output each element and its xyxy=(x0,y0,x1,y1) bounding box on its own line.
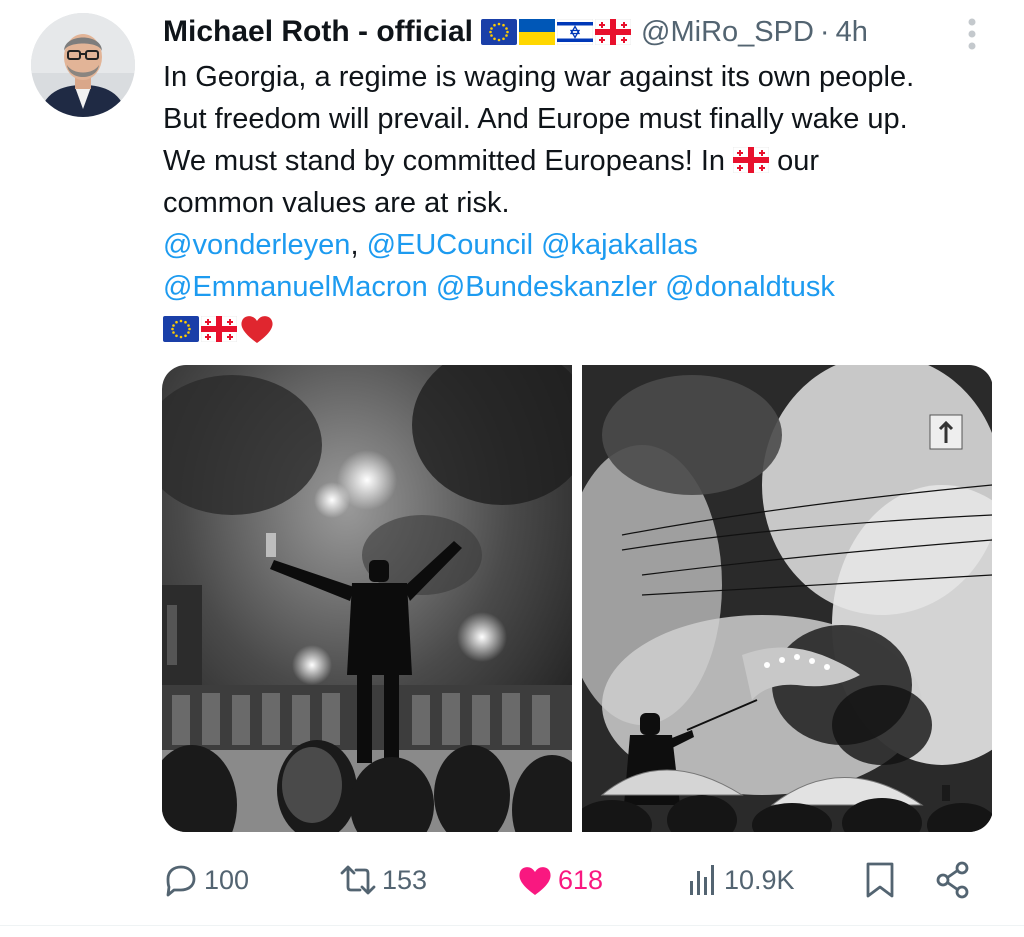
mention-emmanuelmacron[interactable]: @EmmanuelMacron xyxy=(163,271,428,303)
mention-comma: , xyxy=(350,229,359,261)
israel-flag-icon xyxy=(557,19,594,45)
share-icon xyxy=(936,861,969,899)
mention-donaldtusk[interactable]: @donaldtusk xyxy=(665,271,835,303)
repost-count: 153 xyxy=(382,864,428,895)
tweet: Michael Roth - official @MiRo_SPD · 4h I… xyxy=(0,0,1024,937)
georgia-flag-icon xyxy=(733,147,770,173)
views-button[interactable]: 10.9K xyxy=(686,855,795,905)
photo-2[interactable] xyxy=(582,365,992,832)
ukraine-flag-icon xyxy=(519,19,556,45)
text-line-3: We must stand by committed Europeans! In… xyxy=(163,140,1003,182)
repost-icon xyxy=(340,865,376,895)
repost-button[interactable]: 153 xyxy=(338,855,427,905)
like-button[interactable]: 618 xyxy=(516,855,603,905)
bookmark-button[interactable] xyxy=(862,855,898,905)
avatar[interactable] xyxy=(31,13,135,117)
reply-count: 100 xyxy=(204,864,250,895)
like-count: 618 xyxy=(558,864,604,895)
action-bar: 100 153 618 10.9K xyxy=(162,855,982,905)
views-count: 10.9K xyxy=(724,864,795,895)
text-line-4: common values are at risk. xyxy=(163,187,510,219)
display-name[interactable]: Michael Roth - official xyxy=(163,15,473,49)
heart-filled-icon xyxy=(519,867,551,895)
tweet-header: Michael Roth - official @MiRo_SPD · 4h xyxy=(163,12,868,52)
text-line-3-end: our xyxy=(769,145,820,177)
georgia-flag-icon xyxy=(201,316,237,342)
analytics-bars-icon xyxy=(690,865,714,895)
more-vertical-icon xyxy=(968,18,976,50)
mention-kajakallas[interactable]: @kajakallas xyxy=(541,229,698,261)
protest-photo-eu-flag-smoke xyxy=(582,365,992,832)
reply-button[interactable]: 100 xyxy=(162,855,249,905)
mention-eucouncil[interactable]: @EUCouncil xyxy=(367,229,533,261)
text-line-2: But freedom will prevail. And Europe mus… xyxy=(163,103,908,135)
more-options-button[interactable] xyxy=(960,14,984,54)
share-button[interactable] xyxy=(934,855,972,905)
tweet-text: In Georgia, a regime is waging war again… xyxy=(163,56,1003,350)
mention-vonderleyen[interactable]: @vonderleyen xyxy=(163,229,350,261)
divider xyxy=(0,925,1024,926)
mentions-line-1: @vonderleyen, @EUCouncil @kajakallas xyxy=(163,224,1003,266)
eu-flag-icon xyxy=(163,316,199,342)
text-line-1: In Georgia, a regime is waging war again… xyxy=(163,61,915,93)
timestamp[interactable]: 4h xyxy=(836,16,868,49)
photo-1[interactable] xyxy=(162,365,572,832)
reply-icon xyxy=(166,865,196,897)
media-gallery xyxy=(162,365,993,832)
eu-flag-icon xyxy=(481,19,518,45)
text-line-3-start: We must stand by committed Europeans! In xyxy=(163,145,734,177)
emoji-row xyxy=(163,308,1003,350)
georgia-flag-icon xyxy=(595,19,632,45)
protest-photo-raised-arms xyxy=(162,365,572,832)
mention-bundeskanzler[interactable]: @Bundeskanzler xyxy=(436,271,657,303)
bookmark-icon xyxy=(866,862,894,898)
mentions-line-2: @EmmanuelMacron @Bundeskanzler @donaldtu… xyxy=(163,266,1003,308)
name-flags xyxy=(481,19,632,45)
separator-dot: · xyxy=(819,15,830,48)
red-heart-icon xyxy=(241,316,273,343)
avatar-image xyxy=(31,13,135,117)
handle[interactable]: @MiRo_SPD xyxy=(641,16,814,49)
